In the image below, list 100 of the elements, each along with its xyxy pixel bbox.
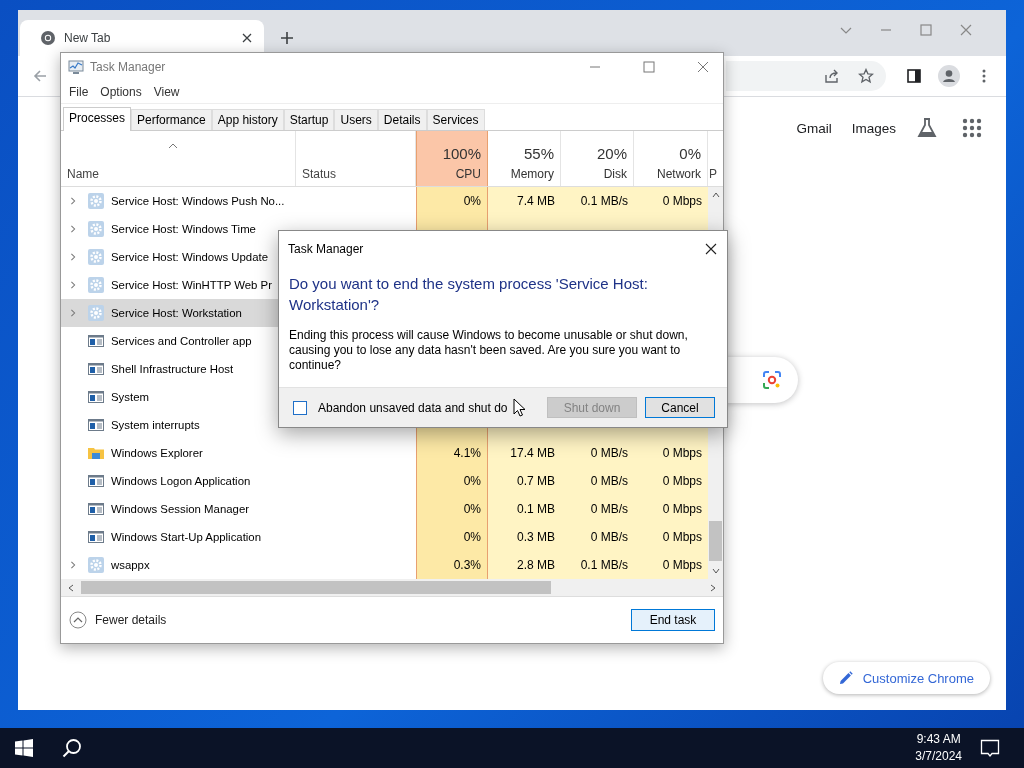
column-header[interactable]: Status bbox=[302, 167, 337, 181]
scroll-up-icon[interactable] bbox=[711, 191, 720, 199]
process-row[interactable]: Windows Session Manager 0% 0.1 MB 0 MB/s 0 Mbps bbox=[61, 495, 708, 523]
header-link[interactable]: Images bbox=[851, 120, 896, 136]
notification-icon[interactable] bbox=[980, 738, 1000, 758]
process-name: System interrupts bbox=[111, 419, 200, 431]
expand-chevron-icon[interactable] bbox=[69, 253, 77, 261]
tab[interactable]: Processes bbox=[63, 107, 132, 131]
process-row[interactable]: Service Host: Windows Push No... 0% 7.4 MB 0.1 MB/s 0 Mbps bbox=[61, 187, 708, 215]
table-cell: 0 MB/s bbox=[590, 474, 628, 488]
column-header[interactable]: Name bbox=[67, 167, 99, 181]
task-manager-icon bbox=[68, 59, 84, 75]
process-row[interactable]: wsappx 0.3% 2.8 MB 0.1 MB/s 0 Mbps bbox=[61, 551, 708, 579]
gear-icon bbox=[88, 249, 104, 265]
expand-chevron-icon[interactable] bbox=[69, 309, 77, 317]
table-cell: 0 Mbps bbox=[662, 474, 702, 488]
close-icon[interactable] bbox=[242, 33, 252, 43]
checkbox-label[interactable]: Abandon unsaved data and shut do bbox=[318, 400, 508, 415]
pencil-icon bbox=[838, 671, 853, 685]
expand-chevron-icon[interactable] bbox=[69, 561, 77, 569]
camera-lens-icon[interactable] bbox=[762, 370, 782, 390]
process-row[interactable]: Windows Logon Application 0% 0.7 MB 0 MB/s 0 Mbps bbox=[61, 467, 708, 495]
process-name: Service Host: WinHTTP Web Pr bbox=[111, 279, 272, 291]
scroll-down-icon[interactable] bbox=[711, 567, 720, 575]
clock-date[interactable]: 3/7/2024 bbox=[915, 748, 962, 765]
tab[interactable]: Services bbox=[426, 109, 485, 130]
process-name: System bbox=[111, 391, 149, 403]
table-cell: 0 Mbps bbox=[662, 530, 702, 544]
expand-chevron-icon[interactable] bbox=[69, 197, 77, 205]
fewer-details-link[interactable]: Fewer details bbox=[69, 611, 167, 629]
dialog-button[interactable]: Cancel bbox=[645, 397, 715, 418]
process-name: Windows Explorer bbox=[111, 447, 203, 459]
tab[interactable]: App history bbox=[211, 109, 284, 130]
table-cell: 0 MB/s bbox=[590, 502, 628, 516]
gear-icon bbox=[88, 193, 104, 209]
table-cell: 0 Mbps bbox=[662, 502, 702, 516]
flask-icon[interactable] bbox=[916, 117, 938, 139]
end-task-button[interactable]: End task bbox=[631, 609, 715, 631]
close-icon[interactable] bbox=[705, 243, 717, 255]
apps-grid-icon[interactable] bbox=[962, 118, 982, 138]
process-name: Windows Logon Application bbox=[111, 475, 251, 487]
tab[interactable]: Performance bbox=[131, 109, 212, 130]
gear-icon bbox=[88, 557, 104, 573]
table-cell: 0% bbox=[463, 530, 481, 544]
scroll-right-icon[interactable] bbox=[709, 583, 717, 592]
tab[interactable]: Details bbox=[377, 109, 427, 130]
app-window-icon bbox=[88, 333, 104, 349]
table-cell: 0 MB/s bbox=[590, 530, 628, 544]
column-header[interactable]: 20% Disk bbox=[561, 131, 634, 186]
mouse-pointer-icon bbox=[513, 398, 525, 417]
star-icon[interactable] bbox=[858, 68, 874, 84]
menu-item[interactable]: View bbox=[153, 85, 180, 99]
app-window-icon bbox=[88, 501, 104, 517]
column-header[interactable]: 100% CPU bbox=[416, 131, 488, 186]
side-panel-icon[interactable] bbox=[906, 68, 922, 84]
table-cell: 17.4 MB bbox=[510, 446, 555, 460]
maximize-icon[interactable] bbox=[643, 61, 655, 73]
expand-chevron-icon[interactable] bbox=[69, 281, 77, 289]
scroll-thumb[interactable] bbox=[81, 581, 551, 594]
checkbox[interactable] bbox=[293, 400, 307, 415]
process-name: Services and Controller app bbox=[111, 335, 252, 347]
table-cell: 0 Mbps bbox=[662, 558, 702, 572]
horizontal-scrollbar[interactable] bbox=[61, 579, 723, 596]
tab[interactable]: Users bbox=[334, 109, 378, 130]
app-window-icon bbox=[88, 389, 104, 405]
header-link[interactable]: Gmail bbox=[796, 120, 832, 136]
profile-avatar-icon[interactable] bbox=[938, 65, 960, 87]
new-tab-icon[interactable] bbox=[280, 31, 294, 45]
address-bar[interactable] bbox=[726, 61, 886, 91]
maximize-icon[interactable] bbox=[920, 24, 932, 36]
table-cell: 0.1 MB/s bbox=[580, 194, 628, 208]
column-header[interactable]: 0% Network bbox=[634, 131, 708, 186]
windows-logo-icon bbox=[15, 739, 33, 757]
process-name: Windows Session Manager bbox=[111, 503, 250, 515]
process-row[interactable]: Windows Explorer 4.1% 17.4 MB 0 MB/s 0 Mbps bbox=[61, 439, 708, 467]
column-header[interactable]: P bbox=[709, 167, 717, 181]
app-window-icon bbox=[88, 361, 104, 377]
dialog-message: Ending this process will cause Windows to become unusable or shut down, causing you to lose any data hasn't been saved. Are you sure you want to continue? bbox=[288, 327, 689, 373]
scroll-thumb[interactable] bbox=[709, 521, 722, 561]
scroll-left-icon[interactable] bbox=[67, 583, 75, 592]
menu-item[interactable]: Options bbox=[100, 85, 142, 99]
app-window-icon bbox=[88, 473, 104, 489]
clock-time[interactable]: 9:43 AM bbox=[916, 731, 961, 748]
table-cell: 0 Mbps bbox=[662, 194, 702, 208]
search-icon bbox=[62, 738, 82, 758]
share-icon[interactable] bbox=[824, 68, 840, 84]
table-cell: 0% bbox=[463, 194, 481, 208]
customize-chrome-button[interactable]: Customize Chrome bbox=[822, 662, 990, 694]
expand-chevron-icon[interactable] bbox=[69, 225, 77, 233]
gear-icon bbox=[88, 277, 104, 293]
table-cell: 7.4 MB bbox=[517, 194, 555, 208]
process-name: Service Host: Windows Push No... bbox=[111, 195, 285, 207]
back-arrow-icon[interactable] bbox=[32, 68, 48, 84]
chrome-logo-icon bbox=[40, 30, 56, 46]
tab[interactable]: Startup bbox=[283, 109, 335, 130]
menu-item[interactable]: File bbox=[69, 85, 89, 99]
column-header[interactable]: 55% Memory bbox=[488, 131, 561, 186]
table-cell: 0.7 MB bbox=[517, 474, 555, 488]
browser-tab[interactable]: New Tab bbox=[20, 20, 264, 56]
process-row[interactable]: Windows Start-Up Application 0% 0.3 MB 0 MB/s 0 Mbps bbox=[61, 523, 708, 551]
